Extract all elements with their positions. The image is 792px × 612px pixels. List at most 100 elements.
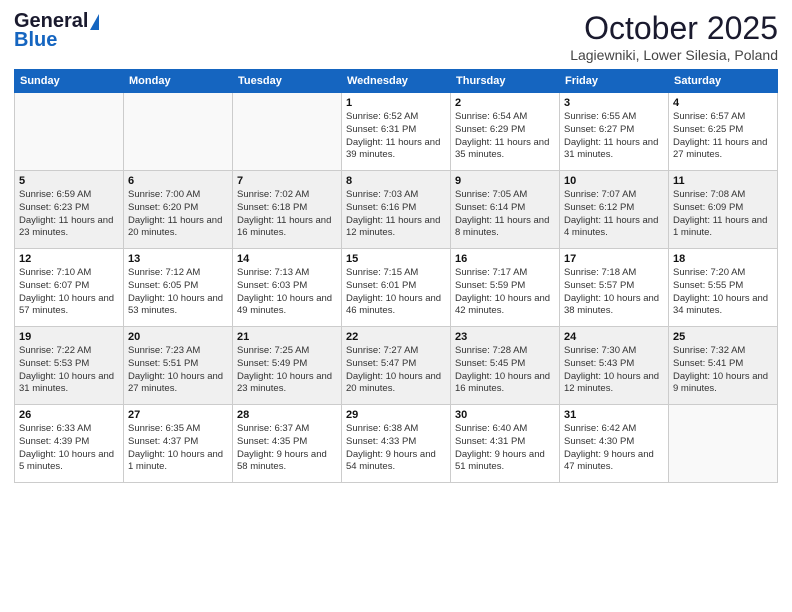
day-number: 19 [19,331,119,343]
day-info: Sunrise: 7:05 AM Sunset: 6:14 PM Dayligh… [455,189,555,240]
calendar-cell-2-1: 5Sunrise: 6:59 AM Sunset: 6:23 PM Daylig… [15,171,124,249]
day-info: Sunrise: 7:08 AM Sunset: 6:09 PM Dayligh… [673,189,773,240]
day-number: 16 [455,253,555,265]
day-number: 20 [128,331,228,343]
day-info: Sunrise: 7:27 AM Sunset: 5:47 PM Dayligh… [346,345,446,396]
day-number: 10 [564,175,664,187]
day-info: Sunrise: 7:25 AM Sunset: 5:49 PM Dayligh… [237,345,337,396]
day-number: 6 [128,175,228,187]
day-number: 14 [237,253,337,265]
day-number: 13 [128,253,228,265]
day-info: Sunrise: 6:57 AM Sunset: 6:25 PM Dayligh… [673,111,773,162]
calendar-week-2: 5Sunrise: 6:59 AM Sunset: 6:23 PM Daylig… [15,171,778,249]
day-info: Sunrise: 6:55 AM Sunset: 6:27 PM Dayligh… [564,111,664,162]
calendar-cell-2-3: 7Sunrise: 7:02 AM Sunset: 6:18 PM Daylig… [233,171,342,249]
day-number: 17 [564,253,664,265]
day-info: Sunrise: 7:17 AM Sunset: 5:59 PM Dayligh… [455,267,555,318]
day-number: 18 [673,253,773,265]
day-info: Sunrise: 7:07 AM Sunset: 6:12 PM Dayligh… [564,189,664,240]
calendar-cell-5-2: 27 Sunrise: 6:35 AM Sunset: 4:37 PM Dayli… [124,405,233,483]
calendar-cell-5-6: 31 Sunrise: 6:42 AM Sunset: 4:30 PM Dayli… [560,405,669,483]
calendar-cell-3-7: 18Sunrise: 7:20 AM Sunset: 5:55 PM Dayli… [669,249,778,327]
calendar-week-4: 19 Sunrise: 7:22 AM Sunset: 5:53 PM Dayli… [15,327,778,405]
day-info: Sunrise: 6:35 AM Sunset: 4:37 PM Dayligh… [128,423,228,474]
day-info: Sunrise: 6:54 AM Sunset: 6:29 PM Dayligh… [455,111,555,162]
calendar-cell-2-7: 11 Sunrise: 7:08 AM Sunset: 6:09 PM Dayli… [669,171,778,249]
day-info: Sunrise: 6:52 AM Sunset: 6:31 PM Dayligh… [346,111,446,162]
day-number: 26 [19,409,119,421]
day-info: Sunrise: 7:15 AM Sunset: 6:01 PM Dayligh… [346,267,446,318]
calendar-cell-1-3 [233,93,342,171]
day-number: 28 [237,409,337,421]
calendar-cell-4-1: 19 Sunrise: 7:22 AM Sunset: 5:53 PM Dayli… [15,327,124,405]
header-tuesday: Tuesday [233,70,342,93]
calendar-week-3: 12Sunrise: 7:10 AM Sunset: 6:07 PM Dayli… [15,249,778,327]
calendar-cell-4-7: 25 Sunrise: 7:32 AM Sunset: 5:41 PM Dayli… [669,327,778,405]
calendar-cell-1-6: 3 Sunrise: 6:55 AM Sunset: 6:27 PM Daylig… [560,93,669,171]
header-sunday: Sunday [15,70,124,93]
header-thursday: Thursday [451,70,560,93]
calendar-cell-5-7 [669,405,778,483]
calendar-cell-3-2: 13Sunrise: 7:12 AM Sunset: 6:05 PM Dayli… [124,249,233,327]
day-info: Sunrise: 7:22 AM Sunset: 5:53 PM Dayligh… [19,345,119,396]
calendar-cell-5-5: 30 Sunrise: 6:40 AM Sunset: 4:31 PM Dayli… [451,405,560,483]
day-info: Sunrise: 7:03 AM Sunset: 6:16 PM Dayligh… [346,189,446,240]
day-number: 30 [455,409,555,421]
day-number: 21 [237,331,337,343]
logo: General Blue [14,10,99,52]
calendar-cell-4-3: 21 Sunrise: 7:25 AM Sunset: 5:49 PM Dayli… [233,327,342,405]
day-info: Sunrise: 7:32 AM Sunset: 5:41 PM Dayligh… [673,345,773,396]
calendar-cell-1-1 [15,93,124,171]
day-info: Sunrise: 6:37 AM Sunset: 4:35 PM Dayligh… [237,423,337,474]
day-number: 3 [564,97,664,109]
calendar-table: Sunday Monday Tuesday Wednesday Thursday… [14,69,778,483]
calendar-week-1: 1 Sunrise: 6:52 AM Sunset: 6:31 PM Daylig… [15,93,778,171]
day-info: Sunrise: 7:23 AM Sunset: 5:51 PM Dayligh… [128,345,228,396]
calendar-cell-1-2 [124,93,233,171]
calendar-cell-3-5: 16 Sunrise: 7:17 AM Sunset: 5:59 PM Dayli… [451,249,560,327]
day-info: Sunrise: 6:40 AM Sunset: 4:31 PM Dayligh… [455,423,555,474]
calendar-cell-3-3: 14 Sunrise: 7:13 AM Sunset: 6:03 PM Dayli… [233,249,342,327]
day-number: 25 [673,331,773,343]
calendar-cell-3-4: 15Sunrise: 7:15 AM Sunset: 6:01 PM Dayli… [342,249,451,327]
day-info: Sunrise: 6:33 AM Sunset: 4:39 PM Dayligh… [19,423,119,474]
day-number: 23 [455,331,555,343]
header-monday: Monday [124,70,233,93]
day-number: 2 [455,97,555,109]
calendar-cell-1-7: 4Sunrise: 6:57 AM Sunset: 6:25 PM Daylig… [669,93,778,171]
calendar-cell-5-4: 29Sunrise: 6:38 AM Sunset: 4:33 PM Dayli… [342,405,451,483]
day-number: 1 [346,97,446,109]
calendar-cell-2-6: 10 Sunrise: 7:07 AM Sunset: 6:12 PM Dayli… [560,171,669,249]
calendar-cell-5-3: 28 Sunrise: 6:37 AM Sunset: 4:35 PM Dayli… [233,405,342,483]
day-number: 12 [19,253,119,265]
calendar-cell-3-6: 17 Sunrise: 7:18 AM Sunset: 5:57 PM Dayli… [560,249,669,327]
header-saturday: Saturday [669,70,778,93]
page-container: General Blue October 2025 Lagiewniki, Lo… [0,0,792,491]
day-info: Sunrise: 6:38 AM Sunset: 4:33 PM Dayligh… [346,423,446,474]
day-info: Sunrise: 7:13 AM Sunset: 6:03 PM Dayligh… [237,267,337,318]
day-info: Sunrise: 6:59 AM Sunset: 6:23 PM Dayligh… [19,189,119,240]
calendar-week-5: 26 Sunrise: 6:33 AM Sunset: 4:39 PM Dayli… [15,405,778,483]
header-wednesday: Wednesday [342,70,451,93]
day-number: 7 [237,175,337,187]
day-number: 27 [128,409,228,421]
header-friday: Friday [560,70,669,93]
calendar-cell-4-4: 22 Sunrise: 7:27 AM Sunset: 5:47 PM Dayli… [342,327,451,405]
weekday-header-row: Sunday Monday Tuesday Wednesday Thursday… [15,70,778,93]
title-block: October 2025 Lagiewniki, Lower Silesia, … [570,10,778,63]
day-number: 24 [564,331,664,343]
logo-blue: Blue [14,29,57,52]
day-info: Sunrise: 7:18 AM Sunset: 5:57 PM Dayligh… [564,267,664,318]
day-info: Sunrise: 7:30 AM Sunset: 5:43 PM Dayligh… [564,345,664,396]
calendar-cell-3-1: 12Sunrise: 7:10 AM Sunset: 6:07 PM Dayli… [15,249,124,327]
calendar-cell-4-6: 24 Sunrise: 7:30 AM Sunset: 5:43 PM Dayli… [560,327,669,405]
day-number: 31 [564,409,664,421]
day-number: 11 [673,175,773,187]
logo-icon [90,14,99,30]
calendar-cell-4-5: 23 Sunrise: 7:28 AM Sunset: 5:45 PM Dayli… [451,327,560,405]
calendar-cell-2-4: 8Sunrise: 7:03 AM Sunset: 6:16 PM Daylig… [342,171,451,249]
day-info: Sunrise: 7:00 AM Sunset: 6:20 PM Dayligh… [128,189,228,240]
day-info: Sunrise: 6:42 AM Sunset: 4:30 PM Dayligh… [564,423,664,474]
day-info: Sunrise: 7:28 AM Sunset: 5:45 PM Dayligh… [455,345,555,396]
day-number: 22 [346,331,446,343]
